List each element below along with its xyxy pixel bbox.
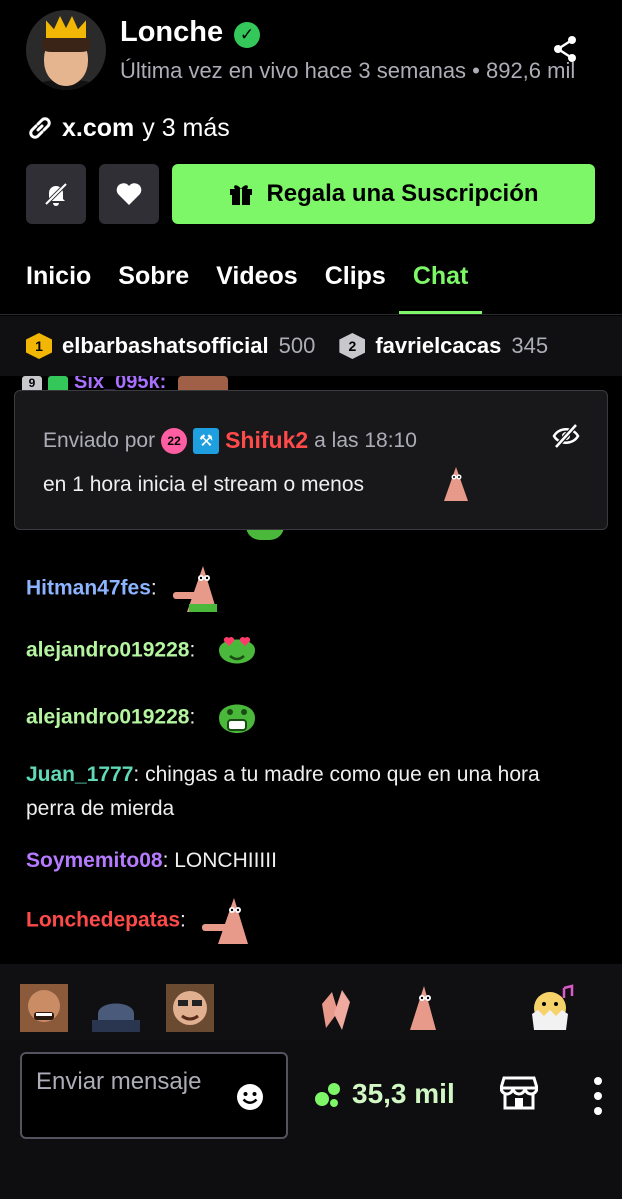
link-more[interactable]: y 3 más [142,114,230,143]
chat-input-placeholder: Enviar mensaje [36,1068,202,1095]
chat-username[interactable]: Soymemito08 [26,849,163,872]
chat-message: Juan_1777: chingas a tu madre como que e… [26,758,586,826]
clap-emote-icon[interactable] [312,984,360,1032]
chat-message: Hitman47fes: [26,564,223,614]
patrick-emote-icon [172,566,217,612]
more-options-icon[interactable] [592,1076,604,1116]
leaderboard-user[interactable]: elbarbashatsofficial [62,333,269,359]
tab-videos[interactable]: Videos [216,254,298,311]
chat-username[interactable]: Juan_1777 [26,763,133,786]
crown-icon [46,16,86,38]
share-icon[interactable] [550,34,580,64]
leaderboard-score: 500 [278,333,316,358]
last-live-status: Última vez en vivo hace 3 semanas • 892,… [120,58,576,83]
channel-points-value: 35,3 mil [352,1078,455,1109]
hide-icon[interactable] [551,421,581,451]
pinned-username[interactable]: Shifuk2 [225,427,308,454]
rank-badge-gold: 1 [26,333,52,359]
chat-username[interactable]: alejandro019228 [26,706,189,729]
heart-eyes-emote-icon [219,637,256,664]
channel-tabs: Inicio Sobre Videos Clips Chat [26,254,495,315]
chat-message: alejandro019228: [26,696,259,740]
emoji-picker-icon[interactable] [235,1082,265,1112]
gift-sub-label: Regala una Suscripción [266,180,539,207]
tab-chat[interactable]: Chat [398,254,482,315]
chat-separator: : [150,576,157,600]
tab-sobre[interactable]: Sobre [118,254,189,311]
face-laugh-emote-icon[interactable] [20,984,68,1032]
gift-leaderboard[interactable]: 1 elbarbashatsofficial 500 2 favrielcaca… [0,316,622,376]
pinned-message[interactable]: Enviado por 22 ⚒ Shifuk2 a las 18:10 en … [14,390,608,530]
gift-sub-button[interactable]: Regala una Suscripción [172,164,595,224]
follow-button[interactable] [99,164,159,224]
chat-separator: : [189,638,196,662]
leaderboard-user[interactable]: favrielcacas [375,333,501,359]
rank-badge-silver: 2 [339,333,366,359]
chat-username[interactable]: alejandro019228 [26,639,189,662]
channel-links[interactable]: x.com y 3 más [26,112,230,144]
gift-icon [230,185,253,205]
chat-message: alejandro019228: [26,630,259,672]
chat-message: Soymemito08: LONCHIIIII [26,844,277,878]
notifications-button[interactable] [26,164,86,224]
pinned-meta: Enviado por 22 ⚒ Shifuk2 a las 18:10 [43,427,417,454]
bell-off-icon [44,182,68,206]
chat-username[interactable]: Hitman47fes [26,577,151,600]
crying-emote-icon [219,704,256,733]
link-primary[interactable]: x.com [62,114,134,143]
tabs-divider [0,314,622,315]
channel-points-icon [315,1083,340,1107]
channel-points-button[interactable]: 35,3 mil [314,1078,455,1110]
pinned-text: en 1 hora inicia el stream o menos [43,473,364,496]
chat-username[interactable]: Lonchedepatas [26,909,180,932]
tab-clips[interactable]: Clips [325,254,386,311]
peek-emote-icon[interactable] [92,984,140,1032]
hatching-chick-emote-icon[interactable] [528,984,576,1032]
pinned-sent-by: Enviado por [43,428,156,452]
chat-input-bar: Enviar mensaje 35,3 mil [0,1040,622,1199]
moderator-icon: ⚒ [193,427,220,454]
chat-separator: : [189,705,196,729]
store-icon[interactable] [500,1076,538,1110]
link-icon [29,117,51,139]
leaderboard-score: 345 [511,333,549,358]
chat-feed[interactable]: 9 Six_095k: Enviado por 22 ⚒ Shifuk2 a l… [0,376,622,964]
verified-icon: ✓ [234,22,260,48]
chat-text: LONCHIIIII [168,849,277,872]
pinned-time: a las 18:10 [314,428,417,452]
chat-separator: : [180,908,186,932]
patrick-emote-icon [201,898,248,944]
channel-header: Lonche ✓ Última vez en vivo hace 3 seman… [0,0,622,110]
avatar[interactable] [26,10,106,90]
chat-message-input[interactable]: Enviar mensaje [20,1052,288,1139]
chat-message: Lonchedepatas: [26,896,254,946]
emote-tray [0,964,622,1052]
patrick-emote-icon[interactable] [398,984,446,1032]
heart-icon [116,183,142,205]
sub-badge: 22 [161,427,188,454]
face-smile-emote-icon[interactable] [166,984,214,1032]
patrick-emote-icon [444,467,468,501]
tab-inicio[interactable]: Inicio [26,254,91,311]
channel-name[interactable]: Lonche [120,16,223,49]
